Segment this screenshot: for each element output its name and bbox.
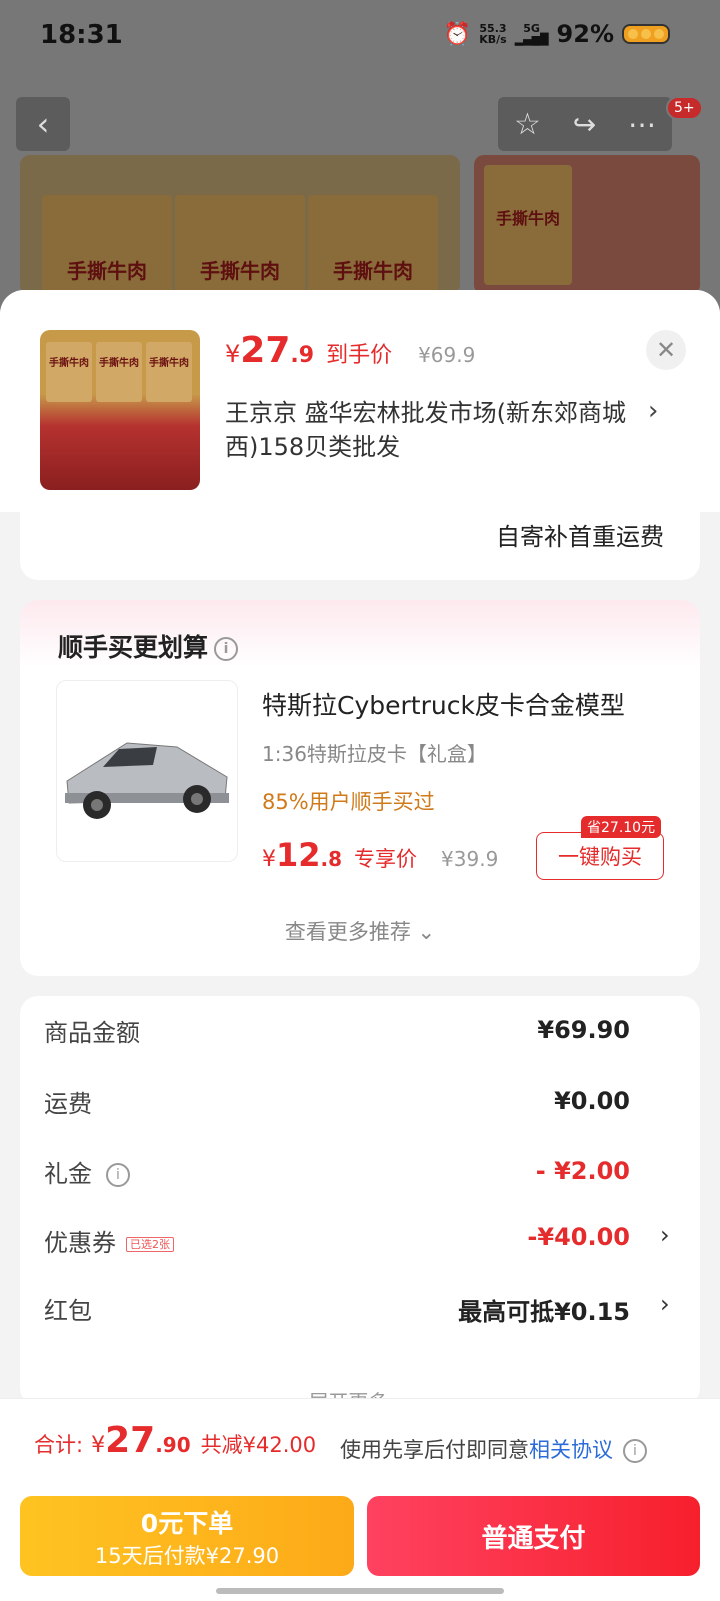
- close-button[interactable]: ✕: [646, 330, 686, 370]
- row-label-redpacket: 红包: [44, 1297, 92, 1325]
- agreement-text: 使用先享后付即同意相关协议 i: [340, 1434, 647, 1464]
- upsell-product-image[interactable]: [56, 680, 238, 862]
- back-button[interactable]: ‹: [16, 97, 70, 151]
- info-icon[interactable]: i: [106, 1163, 130, 1187]
- chevron-left-icon: ‹: [36, 105, 50, 143]
- upsell-title: 顺手买更划算 i: [58, 628, 239, 664]
- network-speed: 55.3 KB/s: [479, 22, 507, 46]
- upsell-price: ¥12.8 专享价 ¥39.9: [262, 836, 499, 874]
- row-label-coupon[interactable]: 优惠券 已选2张: [44, 1223, 174, 1258]
- status-bar: 18:31 ⏰ 55.3 KB/s 5G ▂▄▆█ 92%: [0, 0, 720, 80]
- product-image-secondary[interactable]: 手撕牛肉: [474, 155, 700, 295]
- row-value-goods: ¥69.90: [537, 1016, 630, 1044]
- row-value-redpacket[interactable]: 最高可抵¥0.15: [458, 1292, 630, 1327]
- upsell-original-price: ¥39.9: [441, 847, 499, 871]
- truck-image: [65, 742, 229, 819]
- agreement-link[interactable]: 相关协议: [529, 1438, 613, 1462]
- save-badge: 省27.10元: [581, 816, 662, 838]
- coupon-count-badge: 已选2张: [126, 1237, 174, 1252]
- chevron-right-icon[interactable]: ›: [660, 1290, 670, 1318]
- more-recommendations[interactable]: 查看更多推荐 ⌄: [0, 916, 720, 946]
- upsell-percent: 85%用户顺手买过: [262, 790, 435, 814]
- battery-icon: [622, 24, 670, 44]
- chevron-right-icon[interactable]: ›: [648, 396, 658, 426]
- status-icons: ⏰ 55.3 KB/s 5G ▂▄▆█ 92%: [444, 20, 670, 48]
- close-icon: ✕: [655, 336, 677, 364]
- one-click-buy-button[interactable]: 一键购买: [536, 832, 664, 880]
- alarm-icon: ⏰: [443, 21, 472, 47]
- row-value-gift: - ¥2.00: [535, 1157, 630, 1185]
- row-label-shipping: 运费: [44, 1090, 92, 1118]
- upsell-product-name[interactable]: 特斯拉Cybertruck皮卡合金模型: [262, 686, 625, 722]
- normal-pay-button[interactable]: 普通支付: [367, 1496, 700, 1576]
- final-price: ¥27.9 到手价 ¥69.9: [225, 330, 476, 371]
- signal-icon: 5G ▂▄▆█: [514, 22, 549, 46]
- pay-later-button[interactable]: 0元下单 15天后付款¥27.90: [20, 1496, 354, 1576]
- shipping-note: 自寄补首重运费: [496, 523, 664, 551]
- product-image-main[interactable]: 手撕牛肉 手撕牛肉 手撕牛肉: [20, 155, 460, 295]
- row-value-coupon[interactable]: -¥40.00: [527, 1223, 630, 1251]
- row-label-gift: 礼金 i: [44, 1154, 130, 1189]
- original-price: ¥69.9: [418, 343, 476, 367]
- star-icon[interactable]: ☆: [514, 107, 541, 142]
- total-price: 合计: ¥27.90 共减¥42.00: [34, 1420, 317, 1461]
- home-indicator[interactable]: [216, 1588, 504, 1594]
- total-discount: 共减¥42.00: [200, 1433, 317, 1457]
- top-actions: ☆ ↪ ⋯: [498, 97, 672, 151]
- battery-level: 92%: [556, 20, 614, 48]
- status-time: 18:31: [40, 20, 123, 50]
- notification-badge: 5+: [666, 96, 703, 120]
- product-thumbnail: 手撕牛肉 手撕牛肉 手撕牛肉: [40, 330, 200, 490]
- row-label-goods: 商品金额: [44, 1019, 140, 1047]
- more-icon[interactable]: ⋯: [628, 108, 656, 141]
- share-icon[interactable]: ↪: [573, 108, 596, 141]
- row-value-shipping: ¥0.00: [554, 1087, 630, 1115]
- chevron-right-icon[interactable]: ›: [660, 1221, 670, 1249]
- price-summary-card: [20, 996, 700, 1406]
- info-icon[interactable]: i: [623, 1439, 647, 1463]
- info-icon[interactable]: i: [214, 637, 239, 661]
- shipping-address[interactable]: 王京京 盛华宏林批发市场(新东郊商城西)158贝类批发: [225, 396, 645, 464]
- upsell-product-spec: 1:36特斯拉皮卡【礼盒】: [262, 742, 487, 766]
